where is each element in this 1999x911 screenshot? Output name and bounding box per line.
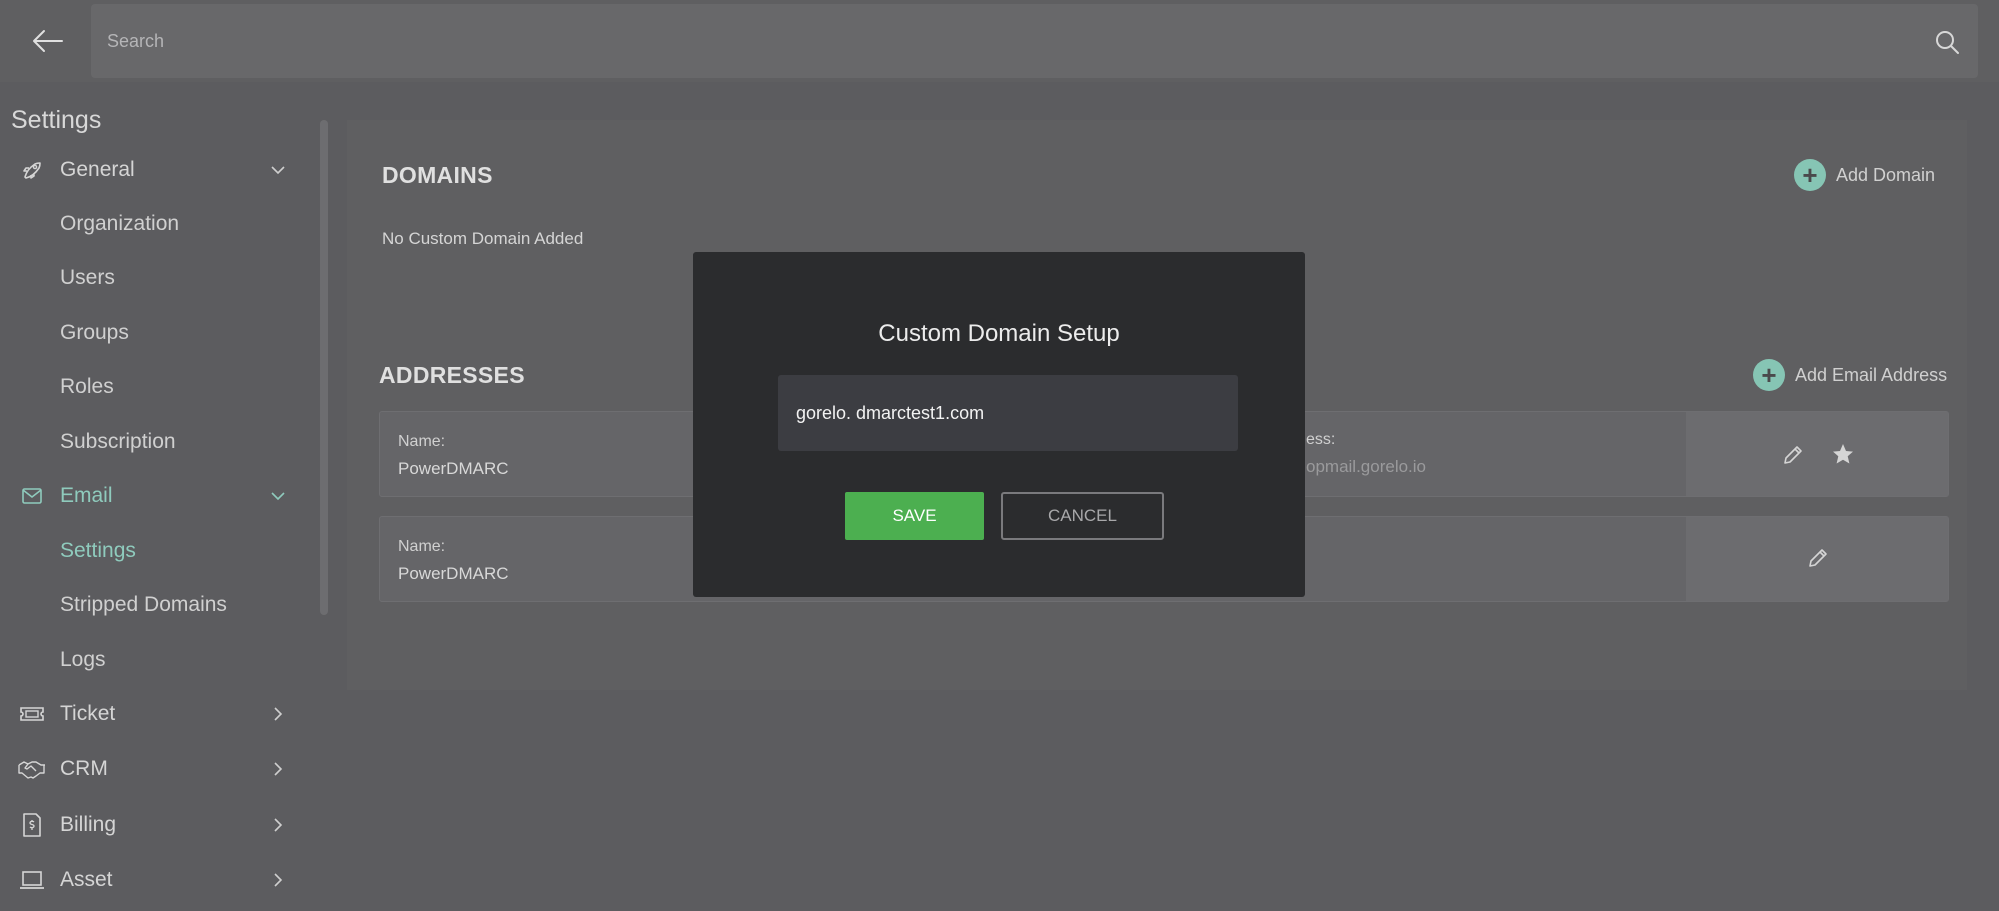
sidebar-item-email-settings[interactable]: Settings	[0, 529, 300, 573]
laptop-icon	[18, 866, 46, 894]
search-bar	[91, 4, 1978, 78]
sidebar-item-groups[interactable]: Groups	[0, 311, 300, 355]
sidebar-item-label: Subscription	[60, 430, 176, 453]
chevron-right-icon	[268, 815, 288, 835]
chevron-down-icon	[268, 486, 288, 506]
dialog-title: Custom Domain Setup	[878, 320, 1120, 347]
sidebar-item-label: Groups	[60, 321, 129, 344]
sidebar-item-email[interactable]: Email	[0, 474, 300, 518]
cancel-button[interactable]: CANCEL	[1001, 492, 1164, 540]
add-domain-label: Add Domain	[1836, 164, 1936, 185]
sidebar-item-organization[interactable]: Organization	[0, 202, 300, 246]
sidebar-item-label: General	[60, 158, 135, 181]
add-email-address-button[interactable]: + Add Email Address	[1753, 359, 1947, 391]
custom-domain-input[interactable]	[778, 375, 1238, 451]
chevron-right-icon	[268, 759, 288, 779]
sidebar-item-stripped-domains[interactable]: Stripped Domains	[0, 583, 300, 627]
edit-pencil-icon[interactable]	[1806, 546, 1830, 570]
sidebar-item-label: Asset	[60, 868, 113, 891]
sidebar-item-roles[interactable]: Roles	[0, 365, 300, 409]
sidebar-item-label: Billing	[60, 813, 117, 836]
sidebar-item-billing[interactable]: Billing	[0, 803, 300, 847]
sidebar-item-label: Stripped Domains	[60, 593, 227, 616]
sidebar-item-users[interactable]: Users	[0, 256, 300, 300]
sidebar-item-label: Email	[60, 484, 113, 507]
sidebar-item-asset[interactable]: Asset	[0, 858, 300, 902]
sidebar-item-ticket[interactable]: Ticket	[0, 692, 300, 736]
handshake-icon	[18, 755, 46, 783]
address-value: opmail.gorelo.io	[1306, 457, 1427, 476]
sidebar-item-crm[interactable]: CRM	[0, 747, 300, 791]
mail-icon	[18, 482, 46, 510]
sidebar-item-label: Users	[60, 266, 115, 289]
sidebar-item-label: Settings	[60, 539, 136, 562]
settings-sidebar: Settings General Organization Users Grou…	[0, 92, 330, 911]
row-actions	[1686, 517, 1948, 601]
sidebar-item-general[interactable]: General	[0, 148, 300, 192]
back-arrow-icon[interactable]	[28, 24, 68, 58]
plus-icon: +	[1753, 359, 1785, 391]
name-label: Name:	[398, 433, 446, 450]
sidebar-item-label: Logs	[60, 648, 106, 671]
name-value: PowerDMARC	[398, 459, 509, 478]
star-icon[interactable]	[1831, 442, 1855, 466]
row-actions	[1686, 412, 1948, 496]
search-icon[interactable]	[1934, 29, 1960, 55]
top-bar	[0, 0, 1999, 82]
custom-domain-setup-dialog: Custom Domain Setup SAVE CANCEL	[693, 252, 1305, 597]
sidebar-item-label: Ticket	[60, 702, 116, 725]
addresses-section-title: ADDRESSES	[379, 362, 525, 388]
sidebar-scrollbar[interactable]	[320, 120, 328, 615]
sidebar-item-subscription[interactable]: Subscription	[0, 420, 300, 464]
save-button[interactable]: SAVE	[845, 492, 984, 540]
rocket-icon	[18, 156, 46, 184]
chevron-right-icon	[268, 704, 288, 724]
name-label: Name:	[398, 538, 446, 555]
invoice-icon	[18, 811, 46, 839]
chevron-right-icon	[268, 870, 288, 890]
domains-section-title: DOMAINS	[382, 162, 493, 188]
sidebar-item-label: Roles	[60, 375, 114, 398]
sidebar-item-label: CRM	[60, 757, 108, 780]
chevron-down-icon	[268, 160, 288, 180]
add-domain-button[interactable]: + Add Domain	[1794, 159, 1935, 191]
edit-pencil-icon[interactable]	[1781, 443, 1805, 467]
plus-icon: +	[1794, 159, 1826, 191]
ticket-icon	[18, 700, 46, 728]
name-value: PowerDMARC	[398, 564, 509, 583]
no-domain-text: No Custom Domain Added	[382, 229, 584, 248]
add-email-address-label: Add Email Address	[1795, 364, 1948, 385]
sidebar-item-logs[interactable]: Logs	[0, 638, 300, 682]
sidebar-item-label: Organization	[60, 212, 180, 235]
address-label: ess:	[1306, 431, 1336, 448]
search-input[interactable]	[107, 4, 1887, 78]
sidebar-title: Settings	[11, 106, 102, 134]
